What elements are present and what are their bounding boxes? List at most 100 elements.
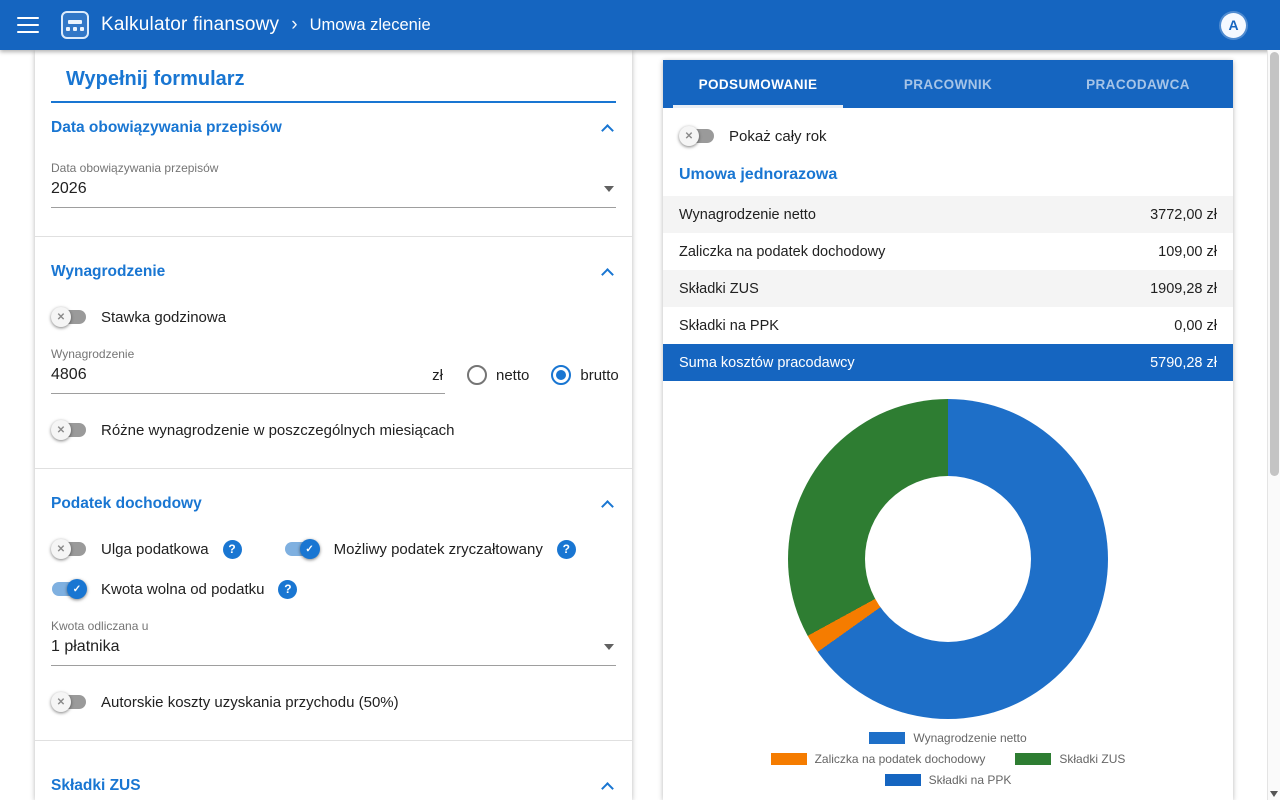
radio-option-netto[interactable]: netto [467, 365, 529, 394]
chevron-up-icon[interactable] [601, 268, 614, 281]
tax-toggles-row: Ulga podatkowa Możliwy podatek zryczałto… [51, 539, 616, 559]
radio-netto-label: netto [496, 367, 529, 384]
update-badge-icon[interactable]: A [1221, 13, 1246, 38]
donut-chart-hole [865, 476, 1031, 642]
section-title-salary: Wynagrodzenie [51, 263, 165, 281]
row-value: 109,00 zł [1158, 244, 1217, 260]
section-title-tax: Podatek dochodowy [51, 495, 202, 513]
monthly-variation-label: Różne wynagrodzenie w poszczególnych mie… [101, 422, 455, 439]
breadcrumb-current: Umowa zlecenie [310, 16, 431, 35]
chart-legend: Wynagrodzenie netto Zaliczka na podatek … [663, 731, 1233, 787]
scrollbar-thumb[interactable] [1270, 52, 1279, 476]
legend-item-netto[interactable]: Wynagrodzenie netto [869, 731, 1026, 745]
tax-relief-toggle-group: Ulga podatkowa [51, 539, 242, 559]
monthly-variation-switch[interactable] [51, 420, 87, 440]
table-row: Składki ZUS 1909,28 zł [663, 270, 1233, 307]
help-icon[interactable] [223, 540, 242, 559]
salary-field[interactable]: Wynagrodzenie zł [51, 347, 445, 394]
scrollbar-down-arrow-icon[interactable] [1270, 791, 1278, 797]
legend-label: Składki na PPK [929, 773, 1012, 787]
section-header-zus[interactable]: Składki ZUS [51, 777, 616, 795]
section-title-date: Data obowiązywania przepisów [51, 119, 282, 137]
table-row-total: Suma kosztów pracodawcy 5790,28 zł [663, 344, 1233, 381]
flat-tax-label: Możliwy podatek zryczałtowany [334, 541, 543, 558]
table-row: Składki na PPK 0,00 zł [663, 307, 1233, 344]
tab-pracownik[interactable]: PRACOWNIK [853, 60, 1043, 108]
total-row-value: 5790,28 zł [1150, 355, 1217, 371]
author-costs-toggle-row: Autorskie koszty uzyskania przychodu (50… [51, 692, 616, 712]
tax-relief-label: Ulga podatkowa [101, 541, 209, 558]
section-header-salary[interactable]: Wynagrodzenie [51, 263, 616, 281]
row-value: 0,00 zł [1174, 318, 1217, 334]
free-amount-switch[interactable] [51, 579, 87, 599]
form-panel: Wypełnij formularz Data obowiązywania pr… [35, 50, 632, 800]
free-amount-label: Kwota wolna od podatku [101, 581, 264, 598]
help-icon[interactable] [557, 540, 576, 559]
results-tab-bar: PODSUMOWANIE PRACOWNIK PRACODAWCA [663, 60, 1233, 108]
radio-option-brutto[interactable]: brutto [551, 365, 618, 394]
app-title[interactable]: Kalkulator finansowy [101, 14, 279, 36]
row-value: 1909,28 zł [1150, 281, 1217, 297]
row-label: Wynagrodzenie netto [679, 207, 816, 223]
total-row-label: Suma kosztów pracodawcy [679, 355, 855, 371]
table-row: Zaliczka na podatek dochodowy 109,00 zł [663, 233, 1233, 270]
legend-swatch-zaliczka [771, 753, 807, 765]
row-label: Składki na PPK [679, 318, 779, 334]
row-label: Składki ZUS [679, 281, 759, 297]
date-field-label: Data obowiązywania przepisów [51, 161, 616, 175]
chevron-up-icon[interactable] [601, 500, 614, 513]
show-full-year-switch[interactable] [679, 126, 715, 146]
author-costs-label: Autorskie koszty uzyskania przychodu (50… [101, 694, 399, 711]
deduction-select-field[interactable]: Kwota odliczana u 1 płatnika [51, 619, 616, 666]
breadcrumb-separator: › [291, 14, 297, 36]
date-field-value: 2026 [51, 180, 87, 198]
help-icon[interactable] [278, 580, 297, 599]
flat-tax-switch[interactable] [284, 539, 320, 559]
radio-brutto-icon[interactable] [551, 365, 571, 385]
flat-tax-toggle-group: Możliwy podatek zryczałtowany [284, 539, 576, 559]
legend-label: Składki ZUS [1059, 752, 1125, 766]
section-divider [35, 236, 632, 237]
section-title-zus: Składki ZUS [51, 777, 141, 795]
author-costs-switch[interactable] [51, 692, 87, 712]
deduction-field-label: Kwota odliczana u [51, 619, 616, 633]
radio-brutto-label: brutto [580, 367, 618, 384]
donut-chart-wrap [788, 399, 1108, 719]
app-bar: Kalkulator finansowy › Umowa zlecenie A [0, 0, 1280, 50]
date-select-field[interactable]: Data obowiązywania przepisów 2026 [51, 161, 616, 208]
legend-item-zaliczka[interactable]: Zaliczka na podatek dochodowy [771, 752, 986, 766]
vertical-scrollbar[interactable] [1267, 50, 1280, 800]
currency-suffix: zł [432, 367, 443, 384]
row-label: Zaliczka na podatek dochodowy [679, 244, 885, 260]
salary-input[interactable] [51, 366, 271, 384]
form-title: Wypełnij formularz [66, 68, 616, 91]
tax-relief-switch[interactable] [51, 539, 87, 559]
results-subtitle: Umowa jednorazowa [679, 166, 1217, 184]
show-full-year-label: Pokaż cały rok [729, 128, 827, 145]
section-header-date[interactable]: Data obowiązywania przepisów [51, 119, 616, 137]
table-row: Wynagrodzenie netto 3772,00 zł [663, 196, 1233, 233]
show-full-year-toggle-row: Pokaż cały rok [679, 126, 1217, 146]
free-amount-toggle-row: Kwota wolna od podatku [51, 579, 616, 599]
legend-label: Zaliczka na podatek dochodowy [815, 752, 986, 766]
legend-item-ppk[interactable]: Składki na PPK [885, 773, 1012, 787]
section-header-tax[interactable]: Podatek dochodowy [51, 495, 616, 513]
menu-icon[interactable] [17, 17, 39, 33]
tab-pracodawca[interactable]: PRACODAWCA [1043, 60, 1233, 108]
results-panel: PODSUMOWANIE PRACOWNIK PRACODAWCA Pokaż … [663, 60, 1233, 800]
hourly-rate-label: Stawka godzinowa [101, 309, 226, 326]
row-value: 3772,00 zł [1150, 207, 1217, 223]
caret-down-icon[interactable] [604, 186, 614, 192]
hourly-rate-toggle-row: Stawka godzinowa [51, 307, 616, 327]
legend-label: Wynagrodzenie netto [913, 731, 1026, 745]
hourly-rate-switch[interactable] [51, 307, 87, 327]
form-title-divider [51, 101, 616, 103]
tab-podsumowanie[interactable]: PODSUMOWANIE [663, 60, 853, 108]
radio-netto-icon[interactable] [467, 365, 487, 385]
salary-field-label: Wynagrodzenie [51, 347, 445, 361]
legend-item-zus[interactable]: Składki ZUS [1015, 752, 1125, 766]
chevron-up-icon[interactable] [601, 782, 614, 795]
deduction-field-value: 1 płatnika [51, 638, 120, 656]
caret-down-icon[interactable] [604, 644, 614, 650]
chevron-up-icon[interactable] [601, 124, 614, 137]
